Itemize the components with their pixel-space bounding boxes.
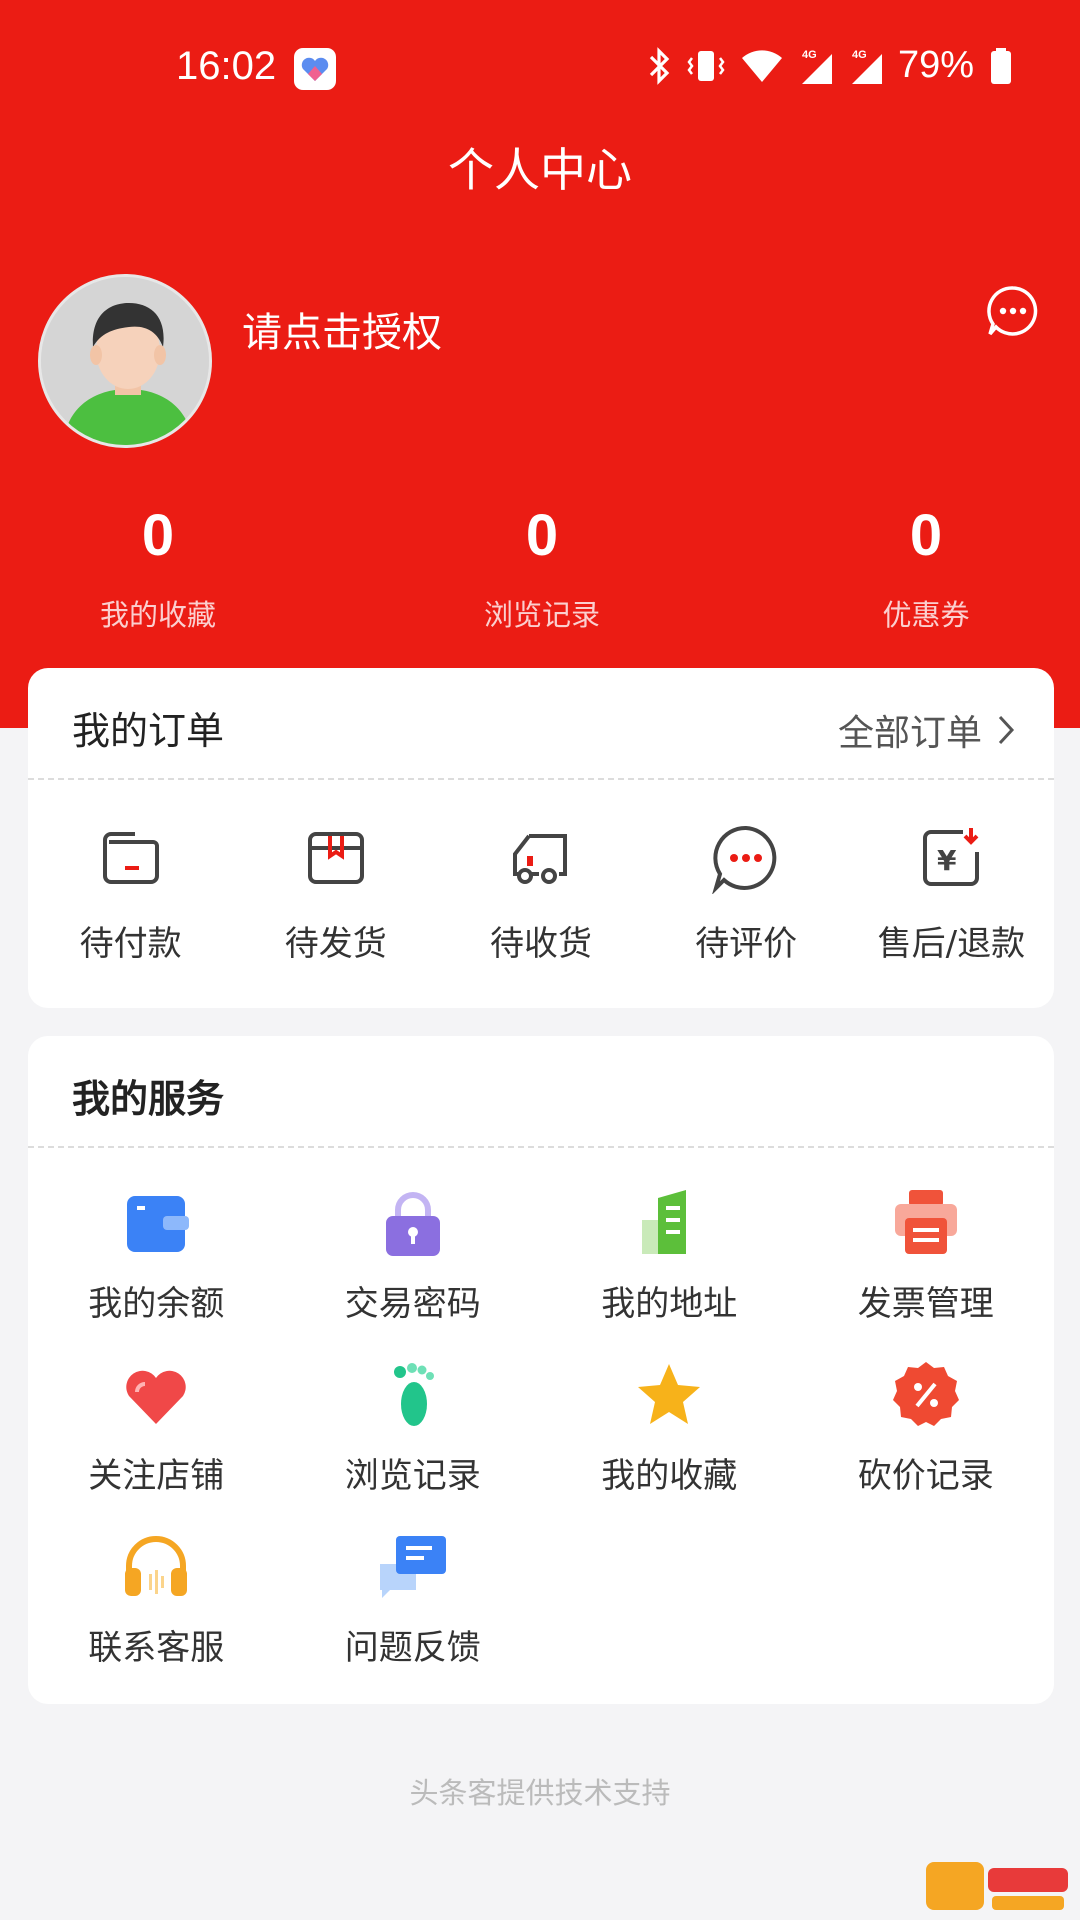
svg-text:4G: 4G — [802, 49, 817, 61]
order-pending-shipment[interactable]: 待发货 — [233, 822, 438, 965]
orders-card: 我的订单 全部订单 待付款 待发货 待收货 待评价 ¥ 售后/退款 — [28, 668, 1054, 1008]
stat-value: 0 — [525, 503, 559, 568]
battery-icon — [991, 47, 1011, 84]
printer-icon — [894, 1190, 957, 1254]
order-label: 售后/退款 — [877, 924, 1026, 964]
vibrate-icon — [687, 50, 725, 81]
stat-label: 浏览记录 — [483, 598, 600, 632]
box-icon — [307, 832, 364, 884]
svg-text:¥: ¥ — [937, 844, 957, 877]
service-label: 问题反馈 — [344, 1628, 481, 1668]
avatar[interactable] — [38, 274, 212, 448]
stat-history[interactable]: 0 浏览记录 — [392, 500, 692, 634]
service-favorites[interactable]: 我的收藏 — [541, 1358, 798, 1530]
all-orders-link[interactable]: 全部订单 — [838, 704, 1016, 756]
service-label: 浏览记录 — [344, 1456, 481, 1496]
service-label: 交易密码 — [344, 1284, 481, 1324]
signal-icon: 4G — [801, 49, 832, 84]
wallet-icon — [127, 1196, 190, 1252]
stat-label: 我的收藏 — [99, 598, 216, 632]
service-invoice[interactable]: 发票管理 — [798, 1186, 1055, 1358]
stat-coupons[interactable]: 0 优惠券 — [776, 500, 1076, 634]
order-pending-payment[interactable]: 待付款 — [28, 822, 233, 965]
bluetooth-icon — [649, 46, 670, 85]
service-label: 我的地址 — [601, 1284, 738, 1324]
headset-icon — [125, 1536, 188, 1596]
service-browse-history[interactable]: 浏览记录 — [285, 1358, 542, 1530]
feedback-icon — [379, 1536, 446, 1598]
orders-header: 我的订单 全部订单 — [28, 668, 1054, 780]
order-label: 待评价 — [695, 924, 798, 964]
order-label: 待付款 — [79, 924, 182, 964]
service-followed-shops[interactable]: 关注店铺 — [28, 1358, 285, 1530]
health-app-icon — [294, 48, 336, 90]
heart-icon — [126, 1370, 186, 1424]
star-icon — [638, 1364, 701, 1424]
message-icon[interactable] — [986, 284, 1040, 338]
wallet-icon — [102, 832, 159, 884]
service-label: 我的收藏 — [601, 1456, 738, 1496]
order-pending-review[interactable]: 待评价 — [644, 822, 849, 965]
service-label: 我的余额 — [88, 1284, 225, 1324]
stat-favorites[interactable]: 0 我的收藏 — [8, 500, 308, 634]
services-header: 我的服务 — [28, 1036, 1054, 1148]
footprint-icon — [393, 1363, 434, 1426]
service-label: 关注店铺 — [88, 1456, 225, 1496]
battery-percent: 79% — [897, 44, 974, 86]
stat-value: 0 — [909, 503, 943, 568]
service-trade-password[interactable]: 交易密码 — [285, 1186, 542, 1358]
chevron-right-icon — [998, 715, 1015, 745]
tech-support-footer: 头条客提供技术支持 — [409, 1776, 671, 1810]
all-orders-label: 全部订单 — [837, 713, 982, 754]
comment-icon — [712, 825, 777, 894]
services-title: 我的服务 — [72, 1077, 225, 1121]
status-bar: 16:02 4G 4G 79% — [0, 42, 1080, 98]
services-grid: 我的余额 交易密码 我的地址 发票管理 关注店铺 浏览记录 我的收藏 砍价记录 — [28, 1148, 1054, 1702]
wifi-icon — [741, 49, 782, 82]
stat-value: 0 — [141, 503, 175, 568]
discount-icon — [892, 1362, 959, 1426]
service-feedback[interactable]: 问题反馈 — [285, 1530, 542, 1702]
service-label: 联系客服 — [88, 1628, 225, 1668]
page-title: 个人中心 — [448, 143, 632, 197]
status-time: 16:02 — [176, 44, 277, 88]
order-label: 待发货 — [284, 924, 387, 964]
lock-icon — [385, 1192, 440, 1256]
order-after-sales[interactable]: ¥ 售后/退款 — [849, 822, 1054, 965]
truck-icon — [512, 834, 567, 884]
svg-text:4G: 4G — [852, 49, 867, 61]
service-label: 砍价记录 — [857, 1456, 994, 1496]
signal-icon: 4G — [851, 49, 882, 84]
order-label: 待收货 — [489, 924, 592, 964]
services-card: 我的服务 我的余额 交易密码 我的地址 发票管理 关注店铺 浏览记录 我的收藏 … — [28, 1036, 1054, 1704]
service-customer-support[interactable]: 联系客服 — [28, 1530, 285, 1702]
site-watermark-logo — [922, 1854, 1072, 1914]
authorize-prompt[interactable]: 请点击授权 — [242, 300, 442, 358]
service-address[interactable]: 我的地址 — [541, 1186, 798, 1358]
service-bargain-history[interactable]: 砍价记录 — [798, 1358, 1055, 1530]
stat-label: 优惠券 — [882, 598, 970, 632]
service-label: 发票管理 — [857, 1284, 994, 1324]
order-pending-receipt[interactable]: 待收货 — [438, 822, 643, 965]
orders-title: 我的订单 — [72, 709, 225, 753]
profile-header: 16:02 4G 4G 79% 个人中心 请点击授权 0 我的收藏 0 浏览记录… — [0, 0, 1080, 728]
refund-icon: ¥ — [923, 828, 980, 886]
service-balance[interactable]: 我的余额 — [28, 1186, 285, 1358]
building-icon — [642, 1190, 687, 1254]
order-status-row: 待付款 待发货 待收货 待评价 ¥ 售后/退款 — [28, 780, 1054, 965]
